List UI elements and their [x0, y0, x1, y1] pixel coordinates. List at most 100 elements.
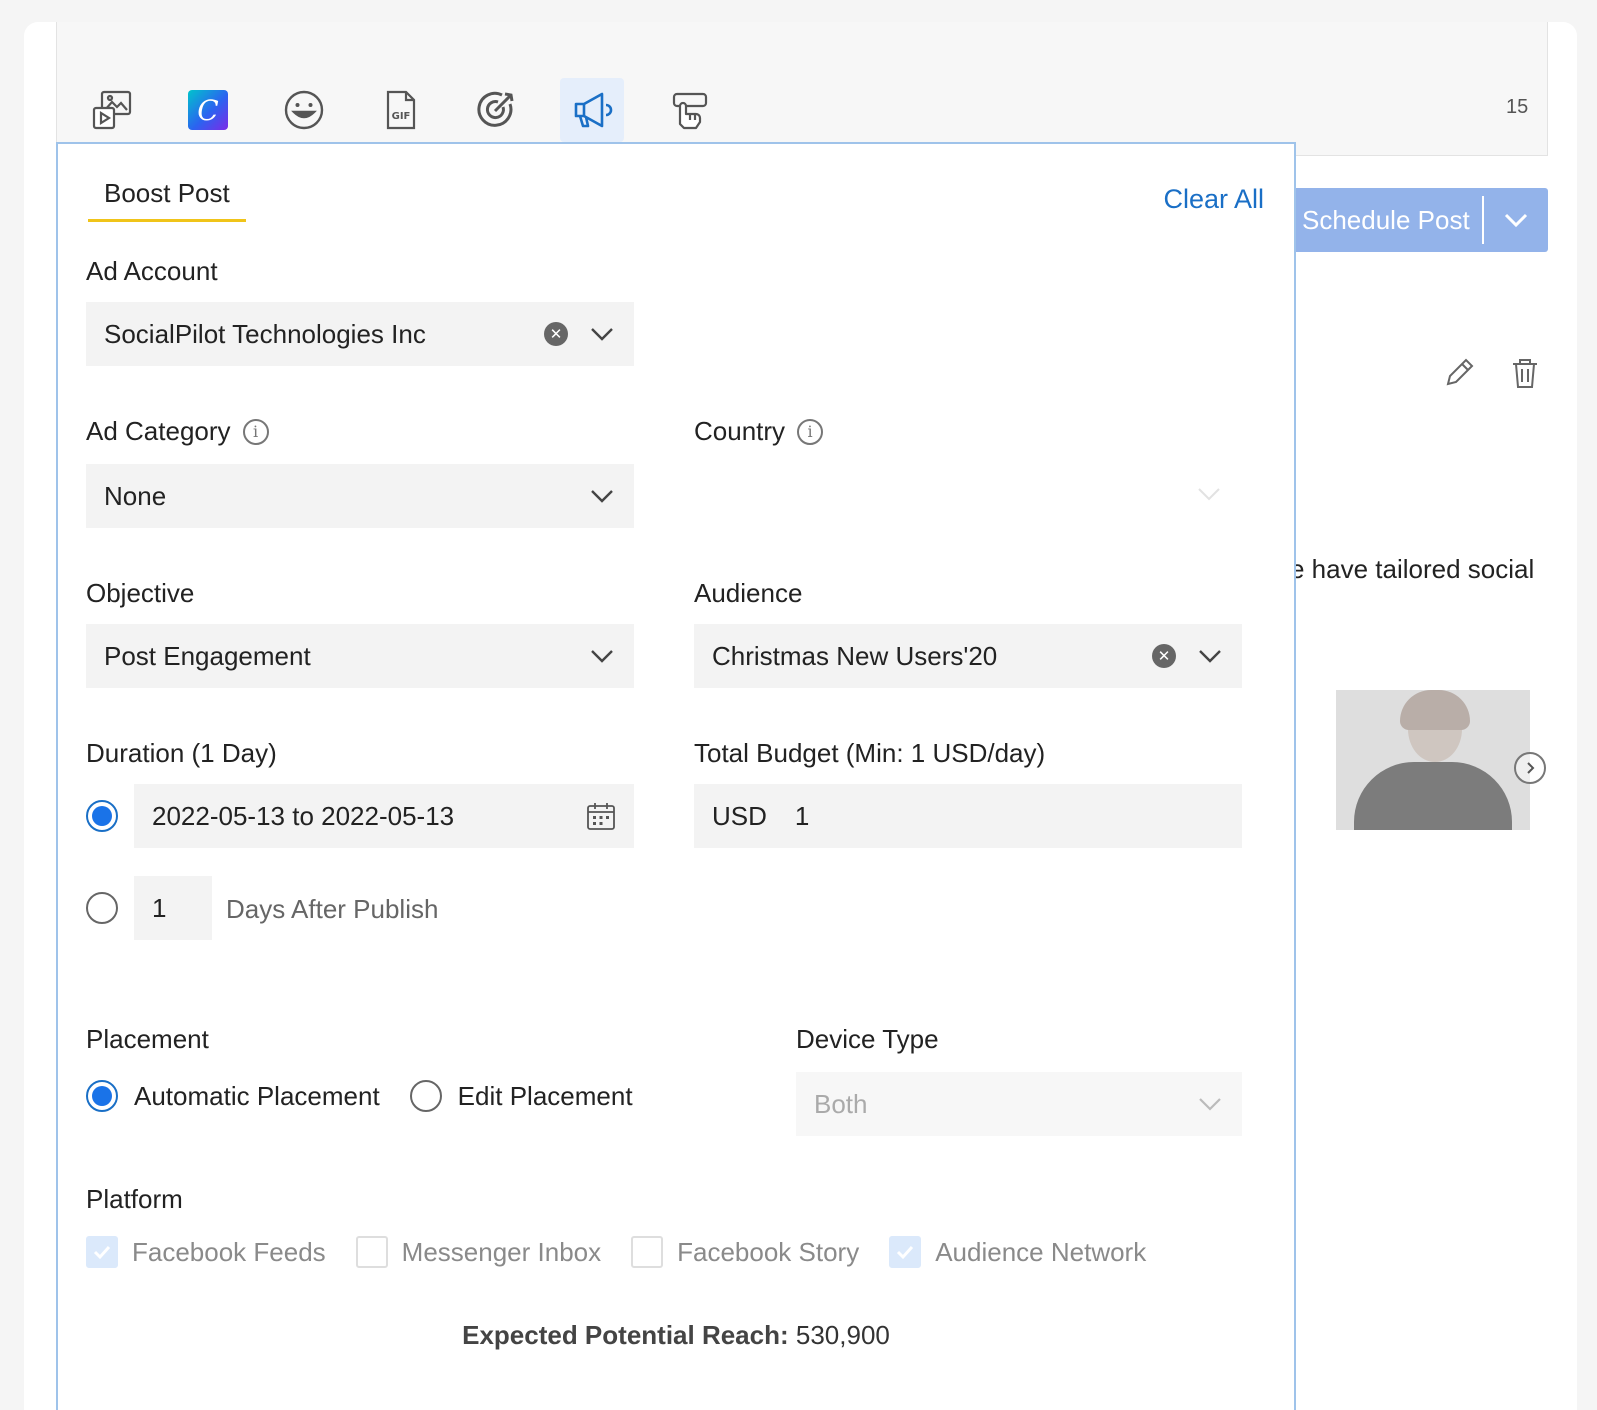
schedule-post-label: Schedule Post [1302, 204, 1470, 235]
expected-reach: Expected Potential Reach: 530,900 [58, 1320, 1294, 1351]
objective-label-text: Objective [86, 578, 195, 608]
messenger-inbox-label: Messenger Inbox [401, 1236, 602, 1267]
post-preview-text: e have tailored social [1290, 554, 1535, 584]
messenger-inbox-checkbox[interactable] [355, 1236, 388, 1268]
calendar-icon[interactable] [586, 801, 616, 831]
days-after-publish-label: Days After Publish [226, 894, 439, 924]
platform-label-text: Platform [86, 1184, 183, 1214]
placement-label: Placement [86, 1024, 209, 1055]
duration-date-range-radio[interactable] [86, 800, 118, 832]
trash-icon[interactable] [1508, 356, 1542, 390]
total-budget-label: Total Budget (Min: 1 USD/day) [694, 738, 1045, 769]
edit-placement-label[interactable]: Edit Placement [458, 1081, 633, 1112]
chevron-down-icon[interactable] [1196, 1090, 1224, 1118]
ad-category-label-text: Ad Category [86, 416, 231, 446]
objective-label: Objective [86, 578, 194, 609]
emoji-button[interactable] [272, 78, 336, 142]
automatic-placement-label[interactable]: Automatic Placement [134, 1081, 380, 1112]
pencil-icon[interactable] [1442, 356, 1476, 390]
chevron-down-icon [1504, 213, 1528, 228]
info-icon[interactable]: i [797, 418, 824, 445]
canva-icon: C [188, 90, 228, 130]
facebook-feeds-checkbox[interactable] [86, 1236, 118, 1268]
ad-account-label-text: Ad Account [86, 256, 218, 286]
emoji-icon [284, 90, 324, 130]
hand-pointer-icon [672, 92, 708, 130]
ad-category-label: Ad Category i [86, 416, 269, 447]
placement-options: Automatic Placement Edit Placement [86, 1080, 633, 1112]
automatic-placement-radio[interactable] [86, 1080, 118, 1112]
boost-post-panel: Boost Post Clear All Ad Account SocialPi… [56, 142, 1296, 1410]
cta-button[interactable] [656, 78, 720, 142]
platform-facebook-story[interactable]: Facebook Story [631, 1236, 859, 1268]
target-button[interactable] [464, 78, 528, 142]
clear-ad-account-icon[interactable]: ✕ [544, 322, 568, 346]
audience-select[interactable]: Christmas New Users'20 ✕ [694, 624, 1242, 688]
budget-currency: USD [712, 800, 767, 831]
media-button[interactable] [80, 78, 144, 142]
platform-audience-network[interactable]: Audience Network [889, 1236, 1146, 1268]
media-icon [92, 90, 132, 130]
character-count: 15 [1506, 96, 1529, 118]
total-budget-input[interactable]: USD 1 [694, 784, 1242, 848]
info-icon[interactable]: i [242, 418, 269, 445]
device-type-value: Both [814, 1088, 868, 1119]
country-select[interactable] [694, 464, 1242, 528]
audience-network-checkbox[interactable] [889, 1236, 922, 1268]
facebook-story-checkbox[interactable] [631, 1236, 664, 1268]
ad-account-label: Ad Account [86, 256, 218, 287]
checkmark-icon [897, 1245, 914, 1260]
total-budget-label-text: Total Budget (Min: 1 USD/day) [694, 738, 1046, 768]
ad-category-select[interactable]: None [86, 464, 634, 528]
platform-messenger-inbox[interactable]: Messenger Inbox [355, 1236, 602, 1268]
tab-boost-post[interactable]: Boost Post [88, 178, 246, 222]
duration-label: Duration (1 Day) [86, 738, 277, 769]
target-icon [477, 91, 514, 127]
device-type-select[interactable]: Both [796, 1072, 1242, 1136]
expected-reach-label: Expected Potential Reach: [462, 1320, 789, 1350]
platform-facebook-feeds[interactable]: Facebook Feeds [86, 1236, 326, 1268]
next-arrow-button[interactable] [1514, 752, 1546, 784]
audience-network-label: Audience Network [935, 1236, 1147, 1267]
budget-value: 1 [794, 800, 810, 831]
chevron-down-icon[interactable] [588, 642, 616, 670]
clear-all-button[interactable]: Clear All [1163, 184, 1264, 215]
schedule-dropdown-toggle[interactable] [1484, 206, 1548, 234]
chevron-down-icon[interactable] [588, 482, 616, 510]
checkmark-icon [93, 1245, 111, 1260]
chevron-down-icon[interactable] [588, 320, 616, 348]
schedule-post-button[interactable]: Schedule Post [1290, 188, 1548, 252]
megaphone-icon [574, 92, 613, 128]
facebook-story-label: Facebook Story [677, 1236, 860, 1267]
country-label: Country i [694, 416, 824, 447]
chevron-down-icon[interactable] [1196, 481, 1222, 512]
device-type-label-text: Device Type [796, 1024, 939, 1054]
ad-account-select[interactable]: SocialPilot Technologies Inc ✕ [86, 302, 634, 366]
ad-account-value: SocialPilot Technologies Inc [104, 318, 426, 349]
gif-button[interactable]: GIF [368, 78, 432, 142]
facebook-feeds-label: Facebook Feeds [132, 1236, 326, 1267]
audience-label: Audience [694, 578, 802, 609]
placement-label-text: Placement [86, 1024, 209, 1054]
date-range-value: 2022-05-13 to 2022-05-13 [152, 800, 455, 831]
post-preview-image [1336, 690, 1530, 830]
audience-value: Christmas New Users'20 [712, 640, 998, 671]
days-after-publish-input[interactable]: 1 [134, 876, 212, 940]
duration-days-radio[interactable] [86, 892, 118, 924]
post-actions [1442, 356, 1542, 390]
date-range-input[interactable]: 2022-05-13 to 2022-05-13 [134, 784, 634, 848]
edit-placement-radio[interactable] [409, 1080, 442, 1112]
objective-value: Post Engagement [104, 640, 311, 671]
duration-label-text: Duration (1 Day) [86, 738, 277, 768]
device-type-label: Device Type [796, 1024, 939, 1055]
clear-audience-icon[interactable]: ✕ [1152, 644, 1176, 668]
platform-options: Facebook Feeds Messenger Inbox Facebook … [86, 1236, 1176, 1268]
svg-text:GIF: GIF [392, 111, 411, 122]
expected-reach-value: 530,900 [795, 1320, 890, 1350]
objective-select[interactable]: Post Engagement [86, 624, 634, 688]
canva-button[interactable]: C [176, 78, 240, 142]
ad-category-value: None [104, 480, 167, 511]
chevron-down-icon[interactable] [1196, 642, 1224, 670]
platform-label: Platform [86, 1184, 183, 1215]
boost-button[interactable] [560, 78, 624, 142]
